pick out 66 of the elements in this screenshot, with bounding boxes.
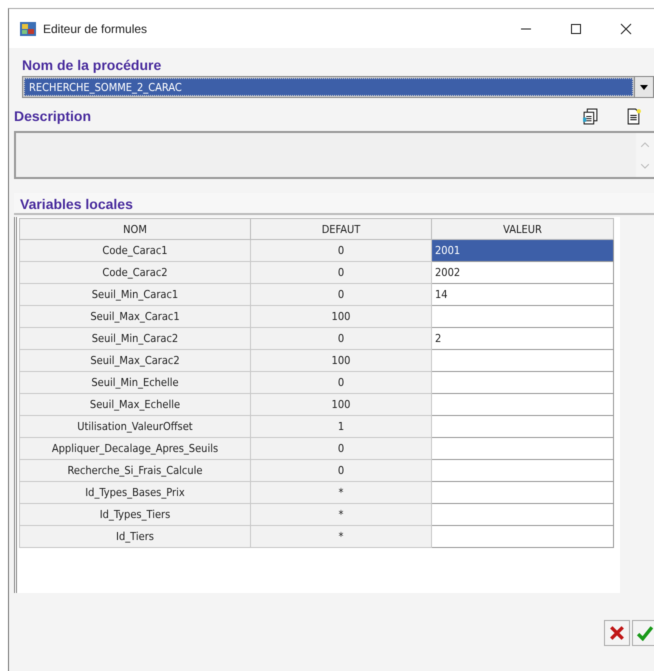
table-cell: Seuil_Min_Echelle [20, 372, 250, 394]
table-cell: 100 [250, 394, 432, 416]
table-cell: 0 [250, 438, 432, 460]
value-field[interactable] [432, 306, 614, 328]
table-cell: Seuil_Min_Carac2 [20, 328, 250, 350]
scrollbar[interactable] [636, 133, 654, 177]
column-header: DEFAUT [250, 218, 432, 240]
value-field[interactable] [432, 482, 614, 504]
table-cell: Id_Types_Tiers [20, 504, 250, 526]
value-field[interactable]: 2 [432, 328, 614, 350]
procedure-dropdown[interactable]: RECHERCHE_SOMME_2_CARAC [22, 76, 654, 98]
value-field[interactable] [432, 504, 614, 526]
document-icon[interactable] [625, 108, 642, 125]
section-label: Nom de la procédure [22, 57, 162, 73]
table-cell: * [250, 504, 432, 526]
procedure-value: RECHERCHE_SOMME_2_CARAC [24, 78, 633, 96]
value-field[interactable] [432, 394, 614, 416]
table-cell: Seuil_Max_Carac2 [20, 350, 250, 372]
table-cell: Seuil_Max_Carac1 [20, 306, 250, 328]
table-cell: 0 [250, 460, 432, 482]
table-cell: Code_Carac1 [20, 240, 250, 262]
table-cell: Appliquer_Decalage_Apres_Seuils [20, 438, 250, 460]
table-cell: 0 [250, 240, 432, 262]
close-icon [620, 22, 632, 34]
table-cell: Id_Tiers [20, 526, 250, 548]
maximize-icon [570, 22, 582, 34]
scroll-down-icon[interactable] [641, 164, 649, 168]
table-cell: 0 [250, 372, 432, 394]
table-cell: Code_Carac2 [20, 262, 250, 284]
value-field[interactable] [432, 460, 614, 482]
value-field[interactable] [432, 526, 614, 548]
caret-icon [640, 84, 648, 90]
value-field[interactable] [432, 416, 614, 438]
table-cell: 1 [250, 416, 432, 438]
value-field[interactable]: 14 [432, 284, 614, 306]
table-cell: 0 [250, 328, 432, 350]
cross-icon [609, 624, 625, 640]
app-icon [19, 20, 37, 38]
value-field[interactable]: 2001 [432, 240, 614, 262]
section-label: Description [14, 108, 92, 124]
cancel-button[interactable] [604, 620, 630, 646]
table-cell: 100 [250, 350, 432, 372]
table-cell: Seuil_Min_Carac1 [20, 284, 250, 306]
value-field[interactable]: 2002 [432, 262, 614, 284]
column-header: VALEUR [432, 218, 614, 240]
table-cell: * [250, 482, 432, 504]
value-field[interactable] [432, 438, 614, 460]
table-cell: Seuil_Max_Echelle [20, 394, 250, 416]
table-cell: * [250, 526, 432, 548]
value-field[interactable] [432, 372, 614, 394]
table-cell: Recherche_Si_Frais_Calcule [20, 460, 250, 482]
section-label: Variables locales [20, 196, 134, 213]
table-cell: 100 [250, 306, 432, 328]
ok-button[interactable] [632, 620, 654, 646]
table-cell: Id_Types_Bases_Prix [20, 482, 250, 504]
table-cell: 0 [250, 284, 432, 306]
table-cell: 0 [250, 262, 432, 284]
window-title: Editeur de formules [43, 22, 148, 36]
document-copy-icon[interactable] [582, 108, 599, 125]
table-cell: Utilisation_ValeurOffset [20, 416, 250, 438]
checkmark-icon [637, 624, 653, 640]
scroll-up-icon[interactable] [641, 142, 649, 146]
value-field[interactable] [432, 350, 614, 372]
description-field[interactable] [14, 131, 654, 179]
column-header: NOM [20, 218, 250, 240]
dropdown-button[interactable] [634, 77, 653, 97]
